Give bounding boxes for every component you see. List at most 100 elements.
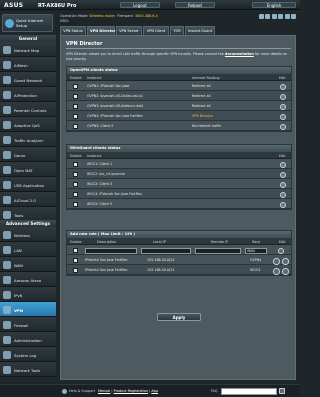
- sidebar-item-system-log[interactable]: System Log: [0, 347, 56, 362]
- sidebar-item-aimesh[interactable]: AiMesh: [0, 57, 56, 72]
- enable-checkbox[interactable]: [73, 104, 78, 109]
- logout-button[interactable]: Logout: [120, 2, 160, 8]
- app-link[interactable]: App: [151, 389, 158, 393]
- printer-icon[interactable]: [265, 14, 270, 19]
- usb-icon[interactable]: [271, 14, 277, 19]
- sidebar-item-vpn[interactable]: VPN: [0, 302, 56, 317]
- sidebar-item-label: Traffic Analyzer: [14, 137, 44, 143]
- sidebar-item-aicloud-2-0[interactable]: AiCloud 2.0: [0, 192, 56, 207]
- enable-checkbox[interactable]: [73, 124, 78, 129]
- edit-icon[interactable]: [280, 104, 286, 110]
- general-heading: General: [0, 35, 56, 42]
- rule-enable-checkbox[interactable]: [73, 258, 78, 263]
- tools-icon: [3, 210, 11, 219]
- rule-enable-checkbox[interactable]: [73, 268, 78, 273]
- sidebar-item-label: Administration: [14, 337, 42, 343]
- enable-checkbox[interactable]: [73, 84, 78, 89]
- edit-icon[interactable]: [280, 94, 286, 100]
- enable-checkbox[interactable]: [73, 172, 78, 177]
- sidebar-item-label: Network Tools: [14, 367, 41, 373]
- description-prefix: VPN Director allows you to direct LAN tr…: [66, 52, 224, 56]
- sidebar-item-ipv6[interactable]: IPv6: [0, 287, 56, 302]
- sidebar-item-label: USB Application: [14, 182, 45, 188]
- sidebar-item-guest-network[interactable]: Guest Network: [0, 72, 56, 87]
- edit-icon[interactable]: [280, 124, 286, 130]
- sidebar-item-wan[interactable]: WAN: [0, 257, 56, 272]
- reboot-button[interactable]: Reboot: [175, 2, 215, 8]
- delete-icon[interactable]: [282, 258, 289, 265]
- aicloud-icon: [3, 195, 11, 204]
- edit-icon[interactable]: [280, 192, 286, 198]
- router-icon[interactable]: [278, 14, 283, 19]
- sidebar-item-traffic-analyzer[interactable]: Traffic Analyzer: [0, 132, 56, 147]
- tab-vpn-client[interactable]: VPN Client: [143, 26, 169, 35]
- new-rule-description-input[interactable]: [85, 248, 137, 254]
- sidebar-item-administration[interactable]: Administration: [0, 332, 56, 347]
- language-select[interactable]: English: [252, 2, 296, 8]
- enable-checkbox[interactable]: [73, 94, 78, 99]
- product-registration-link[interactable]: Product Registration: [114, 389, 148, 393]
- new-rule-local-ip-input[interactable]: [141, 248, 191, 254]
- sidebar-item-parental-controls[interactable]: Parental Controls: [0, 102, 56, 117]
- edit-icon[interactable]: [280, 84, 286, 90]
- edit-icon[interactable]: [280, 182, 286, 188]
- firmware-value[interactable]: 3004.388.6.4: [135, 14, 158, 18]
- edit-icon[interactable]: [280, 172, 286, 178]
- sidebar-item-firewall[interactable]: Firewall: [0, 317, 56, 332]
- edit-icon[interactable]: [273, 258, 280, 265]
- apply-button[interactable]: Apply: [157, 313, 201, 321]
- edit-icon[interactable]: [280, 114, 286, 120]
- edit-icon[interactable]: [280, 162, 286, 168]
- op-mode-value[interactable]: Wireless router: [89, 14, 115, 18]
- sidebar-item-adaptive-qos[interactable]: Adaptive QoS: [0, 117, 56, 132]
- enable-checkbox[interactable]: [73, 162, 78, 167]
- new-rule-iface-select[interactable]: WAN: [245, 248, 267, 254]
- user-icon[interactable]: [284, 14, 290, 19]
- sidebar-item-label: AiProtection: [14, 92, 37, 98]
- enable-checkbox[interactable]: [73, 114, 78, 119]
- edit-icon[interactable]: [273, 268, 280, 275]
- sidebar-item-network-tools[interactable]: Network Tools: [0, 362, 56, 377]
- tab-vpn-server[interactable]: VPN Server: [116, 26, 142, 35]
- wireguard-table-title: WireGuard clients status: [67, 145, 291, 152]
- sidebar-item-amazon-alexa[interactable]: Amazon Alexa: [0, 272, 56, 287]
- enable-checkbox[interactable]: [73, 202, 78, 207]
- col-description: Description: [97, 239, 117, 244]
- new-rule-remote-ip-input[interactable]: [195, 248, 241, 254]
- sidebar-item-aiprotection[interactable]: AiProtection: [0, 87, 56, 102]
- sidebar-item-game[interactable]: Game: [0, 147, 56, 162]
- sidebar-item-lan[interactable]: LAN: [0, 242, 56, 257]
- new-rule-enable-checkbox[interactable]: [73, 248, 78, 253]
- sidebar-item-wireless[interactable]: Wireless: [0, 227, 56, 242]
- quick-internet-setup-button[interactable]: Quick Internet Setup: [2, 14, 53, 32]
- enable-checkbox[interactable]: [73, 192, 78, 197]
- delete-icon[interactable]: [282, 268, 289, 275]
- tab-tor[interactable]: TOR: [170, 26, 184, 35]
- tab-vpn-director[interactable]: VPN Director: [87, 26, 116, 35]
- instance-name: WGC1: Client 1: [87, 162, 113, 166]
- col-edit: Edit: [279, 75, 286, 80]
- add-rule-button[interactable]: [278, 248, 284, 254]
- traffic-analyzer-icon: [3, 135, 11, 144]
- enable-checkbox[interactable]: [73, 182, 78, 187]
- divider: [66, 48, 291, 49]
- openvpn-row: OVPN5: Client 5 No internet traffic: [67, 121, 291, 131]
- vpn-rule-row: IPVanish San Jose FortRev 192.168.50.0/24…: [67, 255, 291, 265]
- tab-vpn-status[interactable]: VPN Status: [60, 26, 86, 35]
- rules-table-header: Enable Description Local IP Remote IP If…: [67, 238, 291, 245]
- manual-link[interactable]: Manual: [98, 389, 110, 393]
- asus-logo: ASUS: [4, 1, 24, 9]
- sidebar-item-usb-application[interactable]: USB Application: [0, 177, 56, 192]
- faq-search-button[interactable]: [279, 388, 285, 394]
- documentation-link[interactable]: documentation: [225, 52, 254, 56]
- edit-icon[interactable]: [280, 202, 286, 208]
- instance-name: OVPN1: IPVanish San Jose: [87, 84, 130, 88]
- tab-instant-guard[interactable]: Instant Guard: [185, 26, 215, 35]
- sidebar-item-network-map[interactable]: Network Map: [0, 42, 56, 57]
- faq-search-input[interactable]: [221, 387, 277, 395]
- new-rule-row: WAN: [67, 245, 291, 255]
- sidebar-item-open-nat[interactable]: Open NAT: [0, 162, 56, 177]
- network-icon[interactable]: [258, 14, 264, 19]
- wireguard-row: WGC5: Client 5: [67, 199, 291, 209]
- settings-icon[interactable]: [291, 14, 296, 19]
